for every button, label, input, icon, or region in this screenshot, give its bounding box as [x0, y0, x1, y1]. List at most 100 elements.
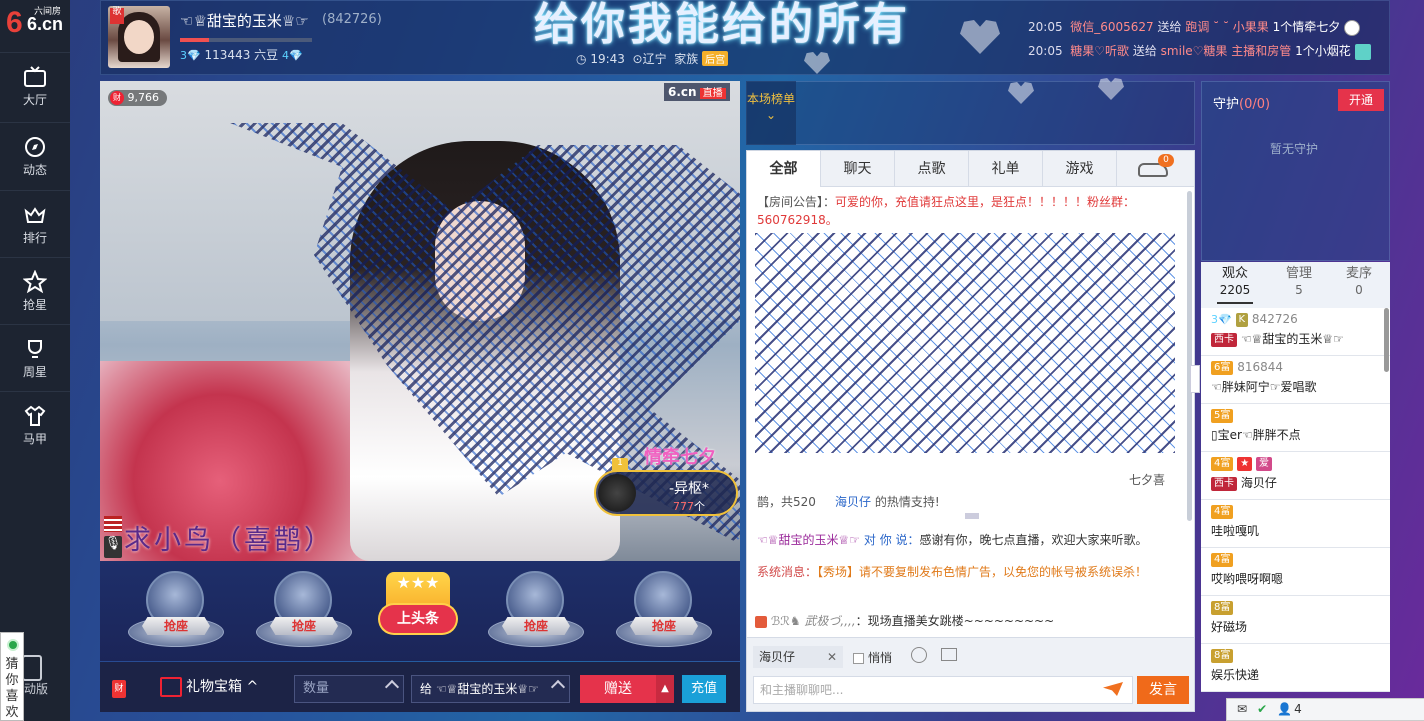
send-dropdown-icon[interactable]: ▲ — [656, 675, 674, 703]
check-icon: ✔ — [1257, 702, 1268, 716]
site-logo[interactable]: 6 6.cn 六间房 — [0, 0, 70, 52]
anchor-avatar[interactable]: 歌 — [108, 6, 170, 68]
trophy-icon — [28, 340, 42, 358]
mail-icon: ✉ — [1237, 702, 1248, 716]
list-item[interactable]: 4富 哎哟喂呀啊嗯 — [1201, 548, 1390, 596]
mobile-label[interactable]: 动版 — [24, 680, 48, 697]
tab-song[interactable]: 点歌 — [895, 151, 969, 187]
tab-mic-queue[interactable]: 麦序 0 — [1329, 266, 1389, 298]
user-icon: 👤 — [1277, 702, 1293, 716]
top-fan-box[interactable]: -异枢* 777个 — [594, 470, 738, 516]
seat-2[interactable]: 抢座 — [256, 571, 352, 657]
headline-button[interactable]: 上头条 — [380, 605, 456, 633]
chat-message: ☜♕甜宝的玉米♕☞ 对 你 说：感谢有你，晚七点直播，欢迎大家来听歌。 — [757, 533, 1148, 547]
status-bar: ✉ ✔ 👤 4 — [1226, 698, 1424, 721]
gift-feed-item: 20:05 糖果♡听歌 送给 smile♡糖果 主播和房管 1个小烟花 — [1028, 42, 1371, 60]
image-icon[interactable] — [941, 648, 957, 661]
compass-icon — [25, 137, 45, 157]
recipient-chip[interactable]: 海贝仔 ✕ — [753, 646, 843, 668]
list-item[interactable]: 8富 娱乐快递 — [1201, 644, 1390, 692]
open-guard-button[interactable]: 开通 — [1338, 89, 1384, 111]
emoji-icon[interactable] — [911, 647, 927, 663]
list-item[interactable]: 3💎 K 842726 西卡 ☜♕甜宝的玉米♕☞ — [1201, 308, 1390, 356]
anchor-id: (842726) — [322, 12, 382, 27]
viewer-count: 财 9,766 — [108, 90, 167, 106]
family-badge: 后宫 — [702, 51, 729, 66]
fan-gift-label: 情牵七夕 — [644, 447, 716, 468]
close-icon: ✕ — [826, 650, 837, 664]
tv-icon — [24, 66, 46, 87]
room-notice: 【房间公告】：可爱的你，充值请狂点这里，是狂点！！！！！粉丝群：56076291… — [757, 195, 1136, 227]
collapse-icon[interactable] — [965, 513, 979, 519]
clock-icon: ◷ — [576, 52, 587, 66]
anchor-name[interactable]: ☜♕甜宝的玉米♕☞ — [180, 10, 309, 31]
crown-icon — [24, 207, 46, 223]
guess-you-like[interactable]: 猜你喜欢 — [0, 632, 24, 721]
menu-icon[interactable] — [104, 516, 122, 532]
diamond-icon: 💎 — [187, 49, 201, 62]
shirt-icon — [24, 405, 46, 426]
whisper-checkbox[interactable]: 悄悄 — [853, 649, 892, 666]
audience-list: 3💎 K 842726 西卡 ☜♕甜宝的玉米♕☞ 6富 816844 ☜胖妹阿宁… — [1201, 308, 1390, 712]
nav-item-week-star[interactable]: 周星 — [0, 324, 70, 390]
list-item[interactable]: 4富 哇啦嘎叽 — [1201, 500, 1390, 548]
seat-4[interactable]: 抢座 — [616, 571, 712, 657]
mobile-icon[interactable] — [22, 655, 42, 681]
mic-icon[interactable]: 🎙 — [104, 536, 122, 558]
tab-managers[interactable]: 管理 5 — [1269, 266, 1329, 298]
quantity-input[interactable]: 数量 — [294, 675, 404, 703]
tab-all[interactable]: 全部 — [747, 151, 821, 187]
online-dot-icon — [7, 639, 19, 651]
rank-panel — [746, 81, 1195, 145]
nav-item-hall[interactable]: 大厅 — [0, 52, 70, 118]
nav-item-feed[interactable]: 动态 — [0, 122, 70, 188]
send-gift-button[interactable]: 赠送 — [580, 675, 656, 703]
anchor-beans: 3💎 113443 六豆 4💎 — [180, 48, 303, 62]
level-progress — [180, 38, 312, 42]
seat-1[interactable]: 抢座 — [128, 571, 224, 657]
diamond-icon: 💎 — [1218, 313, 1232, 326]
phone-icon: ▯ — [1211, 428, 1218, 442]
fan-avatar — [598, 474, 636, 512]
location-icon: ⊙ — [632, 52, 643, 66]
diamond-icon: 💎 — [288, 49, 303, 62]
recharge-button[interactable]: 充值 — [682, 675, 726, 703]
list-item[interactable]: 8富 好磁场 — [1201, 596, 1390, 644]
gift-icon — [1344, 19, 1361, 36]
tab-audience[interactable]: 观众 2205 — [1205, 266, 1265, 304]
tab-games[interactable]: 游戏 — [1043, 151, 1117, 187]
gift-target-select[interactable]: 给 ☜♕甜宝的玉米♕☞ — [411, 675, 570, 703]
room-title-banner: 给你我能给的所有 — [534, 0, 910, 50]
star-icon — [23, 270, 47, 294]
system-message: 系统消息：【秀场】请不要复制发布色情广告，以免您的帐号被系统误杀！ — [757, 565, 1148, 579]
live-badge: 6.cn 直播 — [664, 83, 730, 101]
chat-message: 七夕喜 鹊，共520 海贝仔 的热情支持! — [757, 473, 1166, 509]
tab-gifts[interactable]: 礼单 — [969, 151, 1043, 187]
song-title: 求小鸟（喜鹊） — [124, 525, 334, 556]
gift-box-button[interactable]: 礼物宝箱 ^ — [160, 676, 258, 697]
list-item[interactable]: 6富 816844 ☜胖妹阿宁☞爱唱歌 — [1201, 356, 1390, 404]
guard-title: 守护(0/0) — [1213, 97, 1271, 112]
gift-icon — [160, 677, 182, 697]
car-count: 0 — [1158, 154, 1174, 167]
firework-icon — [1354, 43, 1371, 60]
room-meta: ◷ 19:43 ⊙辽宁 家族 后宫 — [576, 50, 729, 67]
nav-item-vest[interactable]: 马甲 — [0, 391, 70, 457]
chat-emoji-art — [755, 233, 1175, 453]
rank-button[interactable]: 本场榜单 ⌄ — [746, 81, 796, 145]
tab-chat[interactable]: 聊天 — [821, 151, 895, 187]
chat-panel: 全部 聊天 点歌 礼单 游戏 0 【房间公告】：可爱的你，充值请狂点这里，是狂点… — [746, 150, 1195, 712]
wealth-icon: 财 — [110, 91, 124, 105]
collapse-arrow-icon[interactable] — [1190, 365, 1200, 393]
wealth-icon[interactable]: 财 — [112, 680, 126, 698]
chat-scrollbar[interactable] — [1187, 191, 1192, 521]
list-item[interactable]: 5富 ▯宝er☜胖胖不点 — [1201, 404, 1390, 452]
nav-item-ranking[interactable]: 排行 — [0, 190, 70, 256]
audience-scrollbar[interactable] — [1384, 308, 1389, 372]
chat-input[interactable]: 和主播聊聊吧... — [753, 676, 1133, 704]
seat-3[interactable]: 抢座 — [488, 571, 584, 657]
nav-item-grab-star[interactable]: 抢星 — [0, 257, 70, 323]
list-item[interactable]: 4富 ★ 爱 西卡 海贝仔 — [1201, 452, 1390, 500]
chat-input-area: 海贝仔 ✕ 悄悄 和主播聊聊吧... 发言 — [747, 637, 1194, 711]
send-message-button[interactable]: 发言 — [1137, 676, 1189, 704]
